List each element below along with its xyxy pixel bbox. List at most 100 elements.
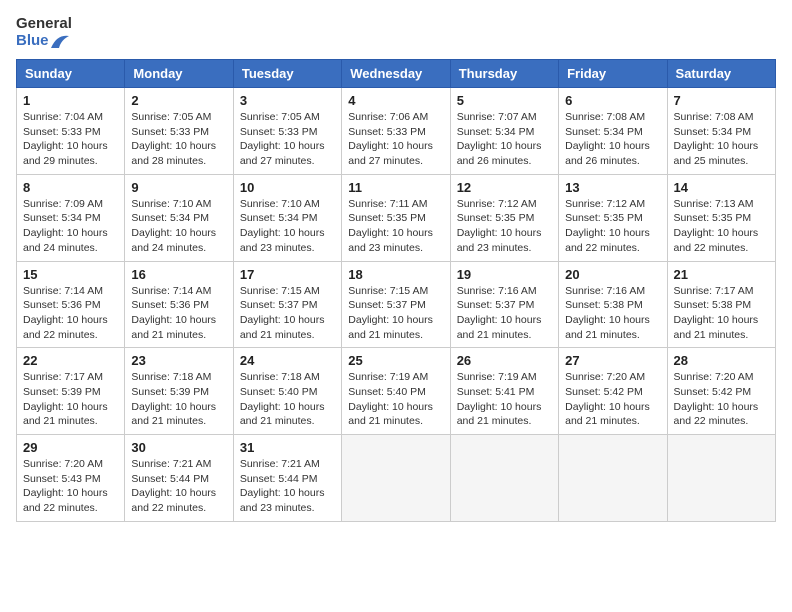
calendar-week-row: 8 Sunrise: 7:09 AMSunset: 5:34 PMDayligh…	[17, 174, 776, 261]
day-info: Sunrise: 7:10 AMSunset: 5:34 PMDaylight:…	[240, 198, 325, 254]
day-number: 17	[240, 267, 335, 282]
logo-blue: Blue	[16, 33, 49, 50]
day-number: 24	[240, 353, 335, 368]
logo-general: General	[16, 16, 72, 33]
day-info: Sunrise: 7:14 AMSunset: 5:36 PMDaylight:…	[23, 285, 108, 341]
day-number: 27	[565, 353, 660, 368]
weekday-header-thursday: Thursday	[450, 60, 558, 88]
calendar-cell: 19 Sunrise: 7:16 AMSunset: 5:37 PMDaylig…	[450, 261, 558, 348]
day-number: 31	[240, 440, 335, 455]
day-info: Sunrise: 7:08 AMSunset: 5:34 PMDaylight:…	[674, 111, 759, 167]
day-info: Sunrise: 7:13 AMSunset: 5:35 PMDaylight:…	[674, 198, 759, 254]
calendar-cell: 23 Sunrise: 7:18 AMSunset: 5:39 PMDaylig…	[125, 348, 233, 435]
day-info: Sunrise: 7:20 AMSunset: 5:42 PMDaylight:…	[674, 371, 759, 427]
day-info: Sunrise: 7:15 AMSunset: 5:37 PMDaylight:…	[240, 285, 325, 341]
day-number: 8	[23, 180, 118, 195]
day-info: Sunrise: 7:05 AMSunset: 5:33 PMDaylight:…	[131, 111, 216, 167]
day-number: 25	[348, 353, 443, 368]
day-info: Sunrise: 7:12 AMSunset: 5:35 PMDaylight:…	[565, 198, 650, 254]
day-info: Sunrise: 7:12 AMSunset: 5:35 PMDaylight:…	[457, 198, 542, 254]
calendar-cell	[667, 435, 775, 522]
day-info: Sunrise: 7:11 AMSunset: 5:35 PMDaylight:…	[348, 198, 433, 254]
day-number: 30	[131, 440, 226, 455]
day-number: 16	[131, 267, 226, 282]
calendar-cell: 17 Sunrise: 7:15 AMSunset: 5:37 PMDaylig…	[233, 261, 341, 348]
weekday-header-monday: Monday	[125, 60, 233, 88]
calendar-cell: 3 Sunrise: 7:05 AMSunset: 5:33 PMDayligh…	[233, 88, 341, 175]
day-number: 13	[565, 180, 660, 195]
day-info: Sunrise: 7:05 AMSunset: 5:33 PMDaylight:…	[240, 111, 325, 167]
calendar-cell	[559, 435, 667, 522]
calendar-cell: 16 Sunrise: 7:14 AMSunset: 5:36 PMDaylig…	[125, 261, 233, 348]
calendar-cell: 13 Sunrise: 7:12 AMSunset: 5:35 PMDaylig…	[559, 174, 667, 261]
calendar-cell: 11 Sunrise: 7:11 AMSunset: 5:35 PMDaylig…	[342, 174, 450, 261]
day-number: 2	[131, 93, 226, 108]
weekday-header-saturday: Saturday	[667, 60, 775, 88]
calendar-week-row: 29 Sunrise: 7:20 AMSunset: 5:43 PMDaylig…	[17, 435, 776, 522]
day-info: Sunrise: 7:18 AMSunset: 5:39 PMDaylight:…	[131, 371, 216, 427]
day-info: Sunrise: 7:10 AMSunset: 5:34 PMDaylight:…	[131, 198, 216, 254]
day-number: 23	[131, 353, 226, 368]
day-number: 22	[23, 353, 118, 368]
day-number: 21	[674, 267, 769, 282]
day-info: Sunrise: 7:04 AMSunset: 5:33 PMDaylight:…	[23, 111, 108, 167]
day-info: Sunrise: 7:20 AMSunset: 5:43 PMDaylight:…	[23, 458, 108, 514]
day-number: 4	[348, 93, 443, 108]
calendar-cell	[342, 435, 450, 522]
calendar-cell: 27 Sunrise: 7:20 AMSunset: 5:42 PMDaylig…	[559, 348, 667, 435]
day-number: 15	[23, 267, 118, 282]
header: General Blue	[16, 16, 776, 49]
day-number: 14	[674, 180, 769, 195]
weekday-header-wednesday: Wednesday	[342, 60, 450, 88]
day-info: Sunrise: 7:21 AMSunset: 5:44 PMDaylight:…	[131, 458, 216, 514]
day-info: Sunrise: 7:19 AMSunset: 5:41 PMDaylight:…	[457, 371, 542, 427]
day-info: Sunrise: 7:16 AMSunset: 5:38 PMDaylight:…	[565, 285, 650, 341]
day-number: 5	[457, 93, 552, 108]
calendar-cell: 30 Sunrise: 7:21 AMSunset: 5:44 PMDaylig…	[125, 435, 233, 522]
calendar-week-row: 15 Sunrise: 7:14 AMSunset: 5:36 PMDaylig…	[17, 261, 776, 348]
day-number: 12	[457, 180, 552, 195]
day-info: Sunrise: 7:21 AMSunset: 5:44 PMDaylight:…	[240, 458, 325, 514]
calendar-cell: 22 Sunrise: 7:17 AMSunset: 5:39 PMDaylig…	[17, 348, 125, 435]
day-info: Sunrise: 7:16 AMSunset: 5:37 PMDaylight:…	[457, 285, 542, 341]
day-number: 11	[348, 180, 443, 195]
calendar-cell: 5 Sunrise: 7:07 AMSunset: 5:34 PMDayligh…	[450, 88, 558, 175]
day-info: Sunrise: 7:20 AMSunset: 5:42 PMDaylight:…	[565, 371, 650, 427]
day-info: Sunrise: 7:14 AMSunset: 5:36 PMDaylight:…	[131, 285, 216, 341]
calendar-header-row: SundayMondayTuesdayWednesdayThursdayFrid…	[17, 60, 776, 88]
day-number: 18	[348, 267, 443, 282]
day-info: Sunrise: 7:15 AMSunset: 5:37 PMDaylight:…	[348, 285, 433, 341]
day-info: Sunrise: 7:17 AMSunset: 5:39 PMDaylight:…	[23, 371, 108, 427]
weekday-header-friday: Friday	[559, 60, 667, 88]
calendar-cell: 18 Sunrise: 7:15 AMSunset: 5:37 PMDaylig…	[342, 261, 450, 348]
calendar-cell: 7 Sunrise: 7:08 AMSunset: 5:34 PMDayligh…	[667, 88, 775, 175]
day-number: 29	[23, 440, 118, 455]
calendar-cell: 20 Sunrise: 7:16 AMSunset: 5:38 PMDaylig…	[559, 261, 667, 348]
calendar-cell: 29 Sunrise: 7:20 AMSunset: 5:43 PMDaylig…	[17, 435, 125, 522]
day-info: Sunrise: 7:09 AMSunset: 5:34 PMDaylight:…	[23, 198, 108, 254]
calendar-cell: 26 Sunrise: 7:19 AMSunset: 5:41 PMDaylig…	[450, 348, 558, 435]
calendar-week-row: 1 Sunrise: 7:04 AMSunset: 5:33 PMDayligh…	[17, 88, 776, 175]
day-info: Sunrise: 7:18 AMSunset: 5:40 PMDaylight:…	[240, 371, 325, 427]
calendar-cell: 6 Sunrise: 7:08 AMSunset: 5:34 PMDayligh…	[559, 88, 667, 175]
day-info: Sunrise: 7:07 AMSunset: 5:34 PMDaylight:…	[457, 111, 542, 167]
calendar-cell: 1 Sunrise: 7:04 AMSunset: 5:33 PMDayligh…	[17, 88, 125, 175]
logo-bird-icon	[51, 34, 69, 48]
day-info: Sunrise: 7:19 AMSunset: 5:40 PMDaylight:…	[348, 371, 433, 427]
calendar-cell: 2 Sunrise: 7:05 AMSunset: 5:33 PMDayligh…	[125, 88, 233, 175]
day-number: 26	[457, 353, 552, 368]
day-number: 9	[131, 180, 226, 195]
calendar-cell: 14 Sunrise: 7:13 AMSunset: 5:35 PMDaylig…	[667, 174, 775, 261]
calendar-cell: 21 Sunrise: 7:17 AMSunset: 5:38 PMDaylig…	[667, 261, 775, 348]
day-number: 7	[674, 93, 769, 108]
calendar-cell: 28 Sunrise: 7:20 AMSunset: 5:42 PMDaylig…	[667, 348, 775, 435]
day-number: 20	[565, 267, 660, 282]
calendar-table: SundayMondayTuesdayWednesdayThursdayFrid…	[16, 59, 776, 522]
day-info: Sunrise: 7:06 AMSunset: 5:33 PMDaylight:…	[348, 111, 433, 167]
day-info: Sunrise: 7:17 AMSunset: 5:38 PMDaylight:…	[674, 285, 759, 341]
calendar-cell: 8 Sunrise: 7:09 AMSunset: 5:34 PMDayligh…	[17, 174, 125, 261]
calendar-cell: 24 Sunrise: 7:18 AMSunset: 5:40 PMDaylig…	[233, 348, 341, 435]
calendar-cell: 15 Sunrise: 7:14 AMSunset: 5:36 PMDaylig…	[17, 261, 125, 348]
day-number: 1	[23, 93, 118, 108]
day-number: 6	[565, 93, 660, 108]
